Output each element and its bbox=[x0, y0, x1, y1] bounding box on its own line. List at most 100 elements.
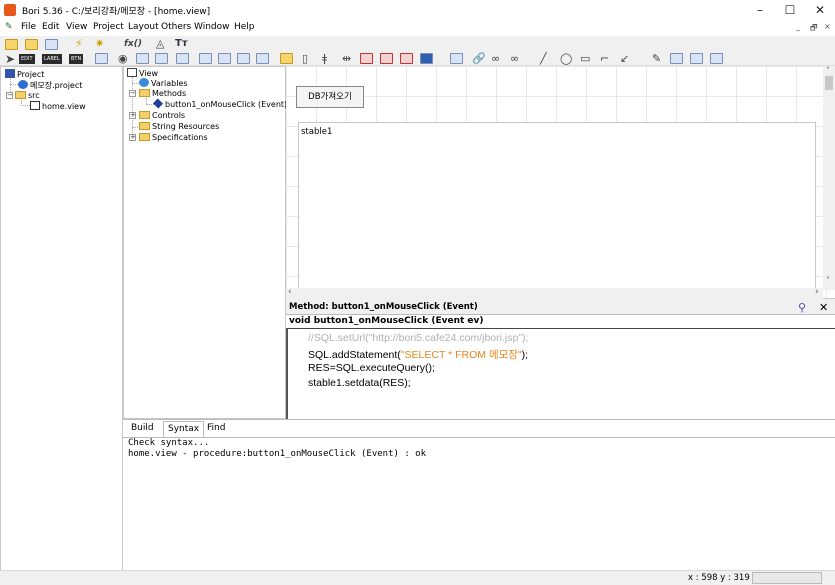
bring-front-icon[interactable] bbox=[670, 53, 683, 64]
link2-tool-icon[interactable]: ∞ bbox=[491, 53, 500, 65]
vslider-tool-icon[interactable]: ▯ bbox=[302, 53, 308, 65]
view-icon bbox=[127, 68, 137, 77]
pointer-icon[interactable]: ➤ bbox=[5, 53, 15, 65]
folder-icon bbox=[139, 133, 150, 141]
image-tool-icon[interactable] bbox=[256, 53, 269, 64]
code-token: ); bbox=[521, 349, 529, 361]
component-toolbar: ➤ EDIT LABEL BTN ◉ ▯ ǂ ⇹ 🔗 ∞ ∞ ╱ ◯ ▭ ⌐ ↙… bbox=[0, 52, 835, 66]
tree-project-file[interactable]: 메모장.project bbox=[18, 80, 82, 91]
listbox-tool-icon[interactable] bbox=[136, 53, 149, 64]
output-line-2: home.view - procedure:button1_onMouseCli… bbox=[128, 449, 427, 459]
minimize-button[interactable]: – bbox=[745, 0, 775, 20]
tab-find[interactable]: Find bbox=[203, 421, 229, 437]
menu-file[interactable]: File bbox=[21, 22, 36, 32]
menu-edit[interactable]: Edit bbox=[42, 22, 59, 32]
menu-view[interactable]: View bbox=[66, 22, 87, 32]
save-icon[interactable] bbox=[45, 39, 58, 50]
font-icon[interactable]: Tт bbox=[175, 38, 188, 50]
mdi-minimize-button[interactable]: _ bbox=[796, 22, 800, 31]
close-button[interactable]: ✕ bbox=[805, 0, 835, 20]
canvas-horizontal-scrollbar[interactable]: ‹ › bbox=[286, 287, 823, 299]
mdi-close-button[interactable]: × bbox=[824, 22, 831, 31]
tree-variables[interactable]: Variables bbox=[139, 78, 188, 89]
controls-expand-toggle[interactable]: + bbox=[129, 112, 136, 119]
tab-build[interactable]: Build bbox=[127, 421, 158, 437]
table-tool-icon[interactable] bbox=[360, 53, 373, 64]
code-string-token: "SELECT * FROM 메모장" bbox=[400, 349, 522, 361]
open-folder-icon[interactable] bbox=[25, 39, 38, 50]
arrow-tool-icon[interactable]: ↙ bbox=[620, 53, 629, 65]
list-tool-icon[interactable] bbox=[155, 53, 168, 64]
window-tool-icon[interactable] bbox=[237, 53, 250, 64]
window-title: Bori 5.36 - C:/보리강좌/메모장 - [home.view] bbox=[22, 7, 211, 17]
db-fetch-button[interactable]: DB가져오기 bbox=[296, 86, 364, 108]
method-signature-text: void button1_onMouseClick (Event ev) bbox=[289, 316, 484, 326]
frame-tool-icon[interactable] bbox=[218, 53, 231, 64]
panel-tool-icon[interactable] bbox=[199, 53, 212, 64]
title-bar: Bori 5.36 - C:/보리강좌/메모장 - [home.view] – … bbox=[0, 0, 835, 20]
edit-tool[interactable]: EDIT bbox=[19, 54, 35, 64]
tree-specifications[interactable]: Specifications bbox=[139, 133, 208, 143]
tree-string-resources[interactable]: String Resources bbox=[139, 122, 219, 132]
html-tool-icon[interactable] bbox=[420, 53, 433, 64]
src-collapse-toggle[interactable]: − bbox=[6, 92, 13, 99]
cursor-coordinates: x : 598 y : 319 bbox=[688, 573, 750, 583]
link-tool-icon[interactable]: 🔗 bbox=[472, 53, 486, 65]
checkbox-tool-icon[interactable] bbox=[95, 53, 108, 64]
output-line-1: Check syntax... bbox=[128, 438, 210, 448]
align-icon[interactable] bbox=[710, 53, 723, 64]
group-tool-icon[interactable] bbox=[280, 53, 293, 64]
send-back-icon[interactable] bbox=[690, 53, 703, 64]
scroll-down-icon[interactable]: ˅ bbox=[826, 276, 830, 285]
tree-controls[interactable]: Controls bbox=[139, 111, 185, 121]
menu-project[interactable]: Project bbox=[93, 22, 124, 32]
pen-tool-icon[interactable]: ✎ bbox=[652, 53, 661, 65]
tab-syntax[interactable]: Syntax bbox=[163, 421, 205, 437]
scroll-up-icon[interactable]: ˄ bbox=[826, 66, 830, 75]
scroll-right-icon[interactable]: › bbox=[815, 287, 819, 297]
connector-tool-icon[interactable]: ⌐ bbox=[600, 53, 609, 65]
rect-tool-icon[interactable]: ▭ bbox=[580, 53, 590, 65]
line-tool-icon[interactable]: ╱ bbox=[540, 53, 547, 65]
grid-tool-icon[interactable] bbox=[176, 53, 189, 64]
tab-tool-icon[interactable] bbox=[450, 53, 463, 64]
maximize-button[interactable]: ☐ bbox=[775, 0, 805, 20]
vscroll-tool-icon[interactable]: ǂ bbox=[322, 53, 327, 65]
code-line-2: SQL.addStatement("SELECT * FROM 메모장"); bbox=[308, 347, 528, 362]
scroll-left-icon[interactable]: ‹ bbox=[288, 287, 292, 297]
stable-tool-icon[interactable] bbox=[380, 53, 393, 64]
stable1-label: stable1 bbox=[301, 127, 333, 137]
link3-tool-icon[interactable]: ∞ bbox=[510, 53, 519, 65]
menu-window[interactable]: Window bbox=[194, 22, 230, 32]
menu-layout[interactable]: Layout bbox=[128, 22, 159, 32]
run-icon[interactable]: ⚡ bbox=[75, 38, 83, 50]
ellipse-tool-icon[interactable]: ◯ bbox=[560, 53, 572, 65]
method-signature: void button1_onMouseClick (Event ev) bbox=[286, 315, 835, 329]
build-icon[interactable]: ✷ bbox=[95, 38, 104, 50]
folder-icon bbox=[139, 122, 150, 130]
new-project-icon[interactable] bbox=[5, 39, 18, 50]
tree-home-view[interactable]: home.view bbox=[30, 101, 86, 112]
methods-collapse-toggle[interactable]: − bbox=[129, 90, 136, 97]
function-icon[interactable]: fx() bbox=[124, 38, 142, 50]
method-close-button[interactable]: ✕ bbox=[819, 301, 828, 314]
tree-src-folder[interactable]: src bbox=[15, 91, 40, 101]
label-tool[interactable]: LABEL bbox=[42, 54, 62, 64]
mdi-restore-button[interactable]: 🗗 bbox=[810, 22, 818, 36]
specifications-expand-toggle[interactable]: + bbox=[129, 134, 136, 141]
pin-icon[interactable]: ⚲ bbox=[798, 301, 806, 314]
canvas-vertical-scrollbar[interactable]: ˄ ˅ bbox=[823, 66, 835, 290]
code-editor[interactable]: //SQL.setUrl("http://bori5.cafe24.com/jb… bbox=[286, 329, 835, 419]
hscroll-tool-icon[interactable]: ⇹ bbox=[342, 53, 351, 65]
button-tool[interactable]: BTN bbox=[69, 54, 84, 64]
paint-icon[interactable]: ◬ bbox=[156, 38, 164, 50]
folder-icon bbox=[139, 89, 150, 97]
tree-line bbox=[132, 77, 133, 137]
scroll-thumb[interactable] bbox=[825, 76, 833, 90]
tree-method-item[interactable]: button1_onMouseClick (Event) bbox=[152, 98, 287, 110]
tree-tool-icon[interactable] bbox=[400, 53, 413, 64]
menu-help[interactable]: Help bbox=[234, 22, 255, 32]
stable1-table[interactable]: stable1 bbox=[298, 122, 816, 290]
radio-tool-icon[interactable]: ◉ bbox=[118, 53, 128, 65]
menu-others[interactable]: Others bbox=[161, 22, 191, 32]
